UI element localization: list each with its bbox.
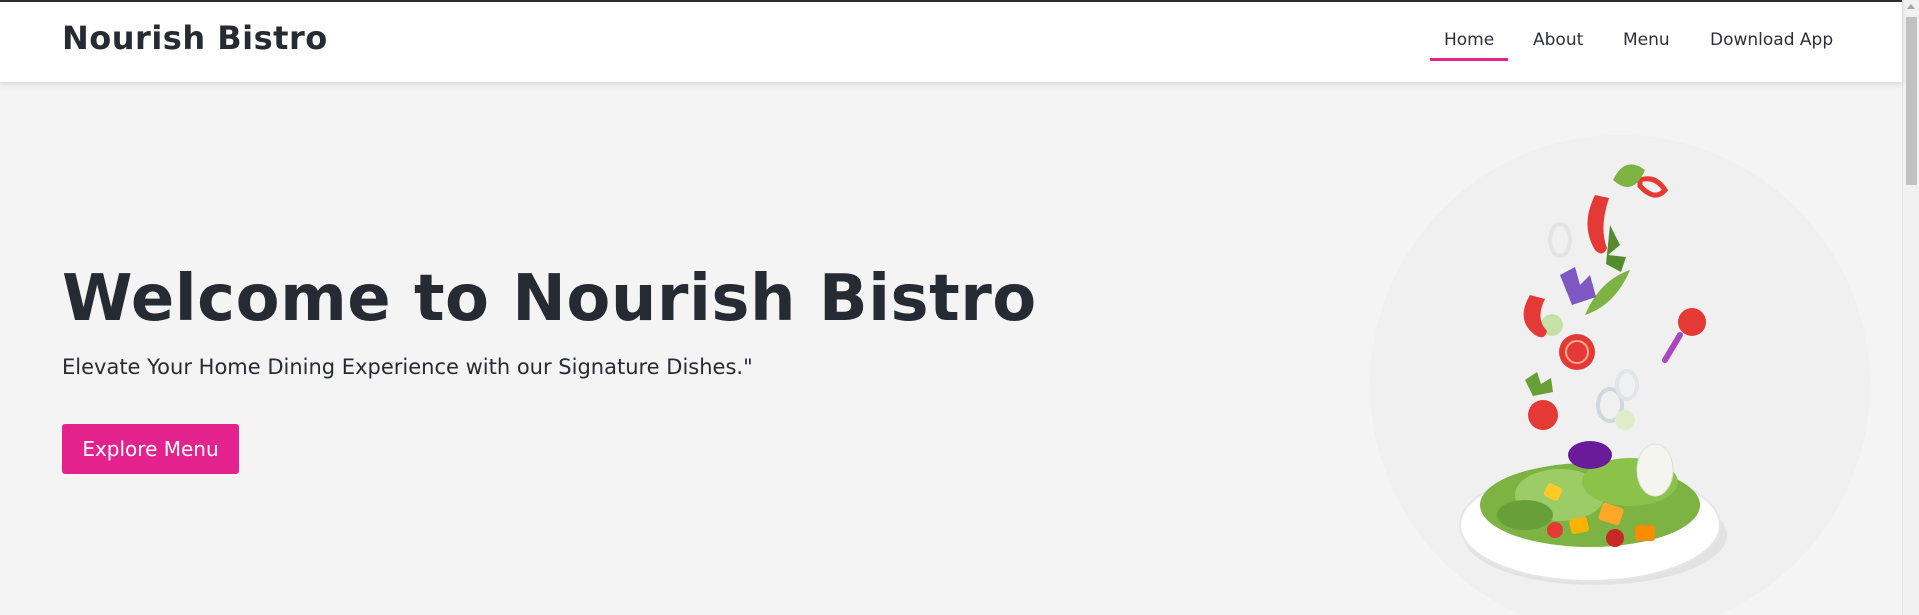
nav-link-home[interactable]: Home [1429,30,1509,61]
salad-bowl-image [1370,135,1870,615]
navbar: Nourish Bistro Home About Menu Download … [0,2,1902,82]
brand-logo[interactable]: Nourish Bistro [62,19,328,57]
scroll-up-arrow-icon[interactable] [1907,4,1915,9]
vertical-scrollbar[interactable] [1902,0,1919,615]
nav-link-download-app[interactable]: Download App [1710,30,1833,50]
scrollbar-thumb[interactable] [1906,17,1917,185]
hero-title: Welcome to Nourish Bistro [62,262,1037,336]
nav-link-about[interactable]: About [1533,30,1583,50]
explore-menu-button[interactable]: Explore Menu [62,424,239,474]
hero-subtitle: Elevate Your Home Dining Experience with… [62,355,753,379]
nav-link-menu[interactable]: Menu [1623,30,1670,50]
tomato-icon [1528,400,1558,430]
